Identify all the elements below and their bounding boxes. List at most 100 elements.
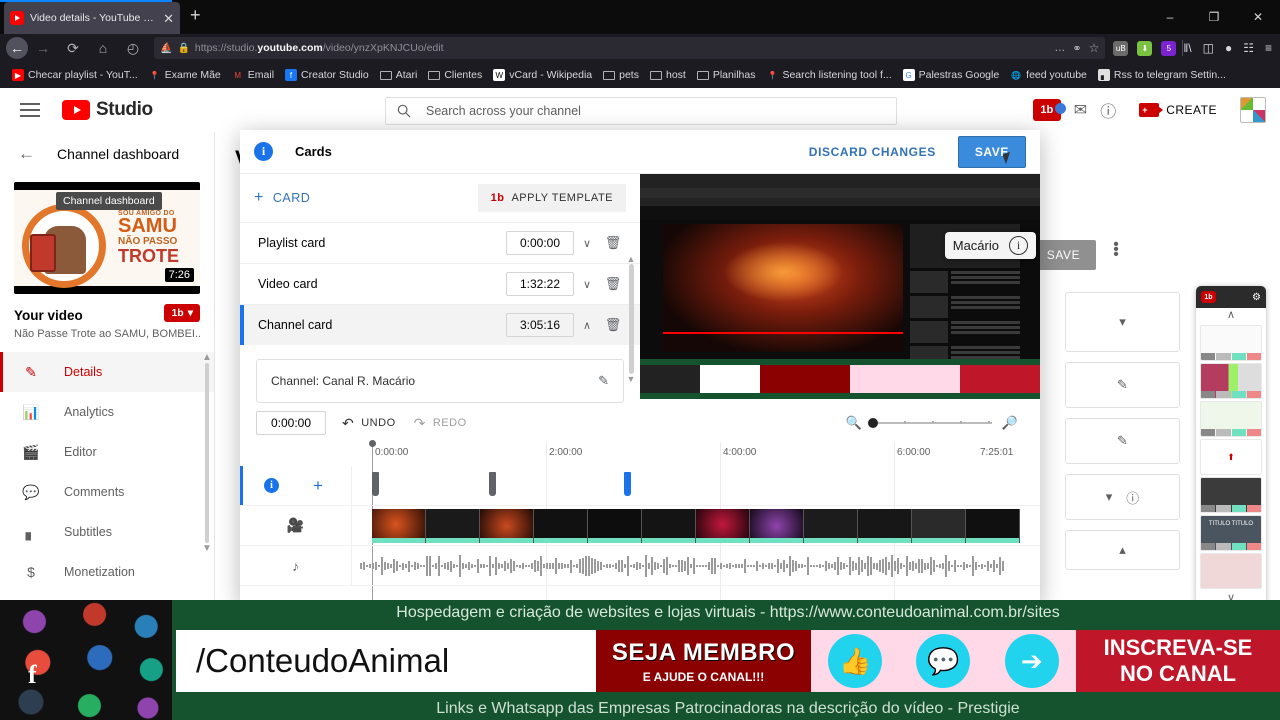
shield-icon[interactable]: ⛵: [160, 43, 172, 54]
create-button[interactable]: + CREATE: [1129, 98, 1227, 122]
bookmark-item[interactable]: pets: [599, 67, 643, 83]
audio-track-body[interactable]: [352, 546, 1040, 585]
library-icon[interactable]: ‖\: [1183, 41, 1191, 55]
bookmark-item[interactable]: G Palestras Google: [899, 67, 1004, 83]
close-icon[interactable]: ✕: [163, 12, 174, 25]
history-icon[interactable]: ◴: [118, 36, 148, 60]
back-arrow-icon[interactable]: ←: [18, 144, 35, 164]
pocket-icon[interactable]: ⚭: [1072, 42, 1081, 55]
dropdown-control[interactable]: ▾: [1065, 292, 1180, 352]
bookmark-item[interactable]: Planilhas: [693, 67, 760, 83]
help-icon[interactable]: ⓘ: [1100, 98, 1116, 122]
bookmark-item[interactable]: ▖ Rss to telegram Settin...: [1094, 67, 1230, 83]
account-icon[interactable]: ●: [1225, 41, 1232, 55]
bookmark-item[interactable]: M Email: [228, 67, 278, 83]
bookmark-item[interactable]: WvCard - Wikipedia: [489, 67, 596, 83]
chevron-up-icon[interactable]: ▲: [202, 352, 212, 363]
zoom-slider[interactable]: [867, 418, 992, 428]
sidebar-item-comments[interactable]: 💬 Comments: [0, 472, 214, 512]
timeline-ruler[interactable]: 0:00:00 2:00:00 4:00:00 6:00:00 7:25:01: [240, 440, 1040, 688]
maximize-icon[interactable]: ❐: [1192, 0, 1236, 34]
card-marker[interactable]: [489, 472, 496, 496]
pencil-icon[interactable]: ✎: [598, 373, 609, 389]
card-row[interactable]: Video card 1:32:22 ∨ 🗑: [240, 263, 640, 304]
template-thumb-1[interactable]: [1200, 325, 1262, 361]
template-upload[interactable]: ⬆: [1200, 439, 1262, 475]
edit-control-1[interactable]: ✎: [1065, 362, 1180, 408]
card-time-input[interactable]: 1:32:22: [506, 272, 574, 296]
sidebar-item-editor[interactable]: 🎬 Editor: [0, 432, 214, 472]
card-row-selected[interactable]: Channel card 3:05:16 ∧ 🗑: [240, 304, 640, 345]
home-icon[interactable]: ⌂: [88, 36, 118, 60]
gear-icon[interactable]: ⚙: [1252, 292, 1261, 303]
forward-icon[interactable]: →: [28, 36, 58, 60]
template-thumb-3[interactable]: [1200, 401, 1262, 437]
chevron-down-icon[interactable]: ▼: [626, 374, 636, 384]
apply-template-button[interactable]: 1b APPLY TEMPLATE: [477, 184, 626, 212]
chevron-up-icon[interactable]: ∧: [1196, 308, 1266, 323]
channel-avatar[interactable]: 1b: [1032, 99, 1066, 121]
template-thumb-2[interactable]: [1200, 363, 1262, 399]
sidebar-scrollbar[interactable]: ▲ ▼: [202, 352, 212, 592]
browser-tab[interactable]: Video details - YouTube Studio ✕: [4, 2, 180, 34]
avatar[interactable]: [1240, 97, 1266, 123]
delete-icon[interactable]: 🗑: [600, 276, 626, 292]
chevron-up-icon[interactable]: ▲: [626, 254, 636, 264]
app-menu-icon[interactable]: ≡: [1265, 41, 1272, 55]
video-track-body[interactable]: [352, 506, 1040, 545]
bookmark-item[interactable]: Clientes: [424, 67, 486, 83]
chevron-down-icon[interactable]: ▼: [202, 543, 212, 554]
extensions-gift-icon[interactable]: ☷: [1243, 41, 1254, 55]
card-row[interactable]: Playlist card 0:00:00 ∨ 🗑: [240, 222, 640, 263]
sidebar-item-subtitles[interactable]: ▖ Subtitles: [0, 512, 214, 552]
scrollbar-thumb[interactable]: [204, 363, 209, 543]
video-preview[interactable]: Macário i: [640, 174, 1040, 399]
channel-field[interactable]: Channel: Canal R. Macário ✎: [256, 359, 624, 403]
timeline-current-time[interactable]: 0:00:00: [256, 411, 326, 435]
purple-extension-icon[interactable]: 5: [1161, 40, 1177, 56]
cards-list-scrollbar[interactable]: ▲ ▼: [626, 254, 636, 402]
studio-logo[interactable]: Studio: [62, 99, 153, 121]
video-thumbnail[interactable]: SOU AMIGO DO SAMU NÃO PASSO TROTE Channe…: [14, 182, 200, 294]
url-bar[interactable]: ⛵ 🔒 https://studio.youtube.com/video/ynz…: [154, 37, 1106, 59]
reload-icon[interactable]: ⟳: [58, 36, 88, 60]
help-icon[interactable]: ⓘ: [1126, 488, 1139, 507]
zoom-out-icon[interactable]: 🔍: [846, 415, 862, 431]
card-time-input[interactable]: 3:05:16: [506, 313, 574, 337]
chevron-down-icon[interactable]: ∨: [574, 237, 600, 250]
sidebar-item-analytics[interactable]: 📊 Analytics: [0, 392, 214, 432]
bookmark-item[interactable]: 🌐 feed youtube: [1006, 67, 1091, 83]
close-window-icon[interactable]: ✕: [1236, 0, 1280, 34]
save-button[interactable]: SAVE: [957, 135, 1026, 168]
save-button-disabled[interactable]: SAVE: [1031, 240, 1096, 270]
dropdown-help-control[interactable]: ▾ ⓘ: [1065, 474, 1180, 520]
menu-icon[interactable]: [20, 99, 40, 121]
info-icon[interactable]: i: [1009, 236, 1028, 255]
minimize-icon[interactable]: –: [1148, 0, 1192, 34]
chevron-down-icon[interactable]: ∨: [574, 278, 600, 291]
template-thumb-7[interactable]: [1200, 553, 1262, 589]
collapse-control[interactable]: ▴: [1065, 530, 1180, 570]
chevron-up-icon[interactable]: ∧: [574, 319, 600, 332]
template-thumb-6[interactable]: TITULO TITULO: [1200, 515, 1262, 551]
feedback-icon[interactable]: ✉: [1074, 100, 1087, 120]
bookmark-item[interactable]: 📍 Exame Mãe: [145, 67, 225, 83]
card-time-input[interactable]: 0:00:00: [506, 231, 574, 255]
download-helper-icon[interactable]: ⬇: [1137, 40, 1153, 56]
channel-chip[interactable]: 1b ▾: [164, 304, 200, 322]
delete-icon[interactable]: 🗑: [600, 317, 626, 333]
slider-knob[interactable]: [867, 418, 878, 428]
sidebar-icon[interactable]: ◫: [1203, 41, 1214, 55]
discard-changes-button[interactable]: DISCARD CHANGES: [801, 139, 944, 165]
template-thumb-5[interactable]: [1200, 477, 1262, 513]
scrollbar-thumb[interactable]: [628, 264, 634, 374]
new-tab-button[interactable]: +: [190, 6, 201, 24]
more-options-icon[interactable]: • • •: [1103, 237, 1129, 263]
back-icon[interactable]: ←: [6, 37, 28, 59]
more-icon[interactable]: …: [1054, 42, 1065, 54]
back-to-dashboard[interactable]: ← Channel dashboard: [0, 132, 214, 176]
redo-button[interactable]: ↷ REDO: [414, 415, 467, 432]
card-teaser-tooltip[interactable]: Macário i: [944, 232, 1036, 259]
bookmark-item[interactable]: 📍 Search listening tool f...: [762, 67, 895, 83]
card-marker[interactable]: [372, 472, 379, 496]
